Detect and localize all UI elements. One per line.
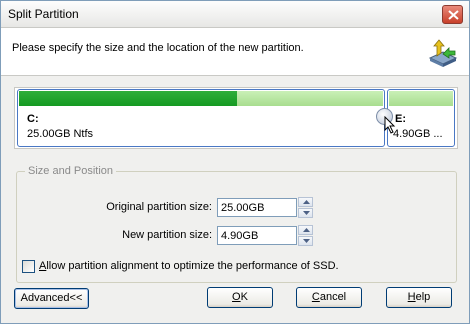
original-size-input[interactable]: [217, 198, 297, 217]
new-size-input[interactable]: [217, 226, 297, 245]
partition-c-size: 25.00GB Ntfs: [27, 128, 94, 140]
instruction-text: Please specify the size and the location…: [12, 42, 304, 54]
mouse-pointer-icon: [384, 116, 396, 134]
ok-button[interactable]: OK: [207, 287, 273, 308]
new-size-label: New partition size:: [122, 229, 212, 241]
header-panel: Please specify the size and the location…: [1, 28, 469, 76]
disk-map: C: 25.00GB Ntfs E: 4.90GB ...: [14, 87, 458, 149]
split-partition-dialog: Split Partition Please specify the size …: [0, 0, 470, 324]
partition-c-used-bar: [19, 91, 237, 106]
partition-c-block[interactable]: C: 25.00GB Ntfs: [17, 89, 385, 147]
advanced-button[interactable]: Advanced<<: [14, 288, 89, 309]
ssd-alignment-checkbox[interactable]: [22, 260, 35, 273]
title-bar: Split Partition: [1, 1, 469, 28]
partition-e-size: 4.90GB ...: [393, 128, 443, 140]
down-arrow-icon: [303, 239, 310, 243]
up-arrow-icon: [303, 200, 310, 204]
original-size-spinner[interactable]: [298, 197, 313, 218]
cancel-button[interactable]: Cancel: [296, 287, 362, 308]
new-size-spinner[interactable]: [298, 225, 313, 246]
down-arrow-icon: [303, 211, 310, 215]
original-size-down-button[interactable]: [298, 208, 313, 218]
close-icon: [448, 10, 459, 20]
partition-e-block[interactable]: E: 4.90GB ...: [387, 89, 455, 147]
help-button[interactable]: Help: [386, 287, 452, 308]
new-size-down-button[interactable]: [298, 236, 313, 246]
window-title: Split Partition: [8, 7, 79, 21]
new-size-up-button[interactable]: [298, 225, 313, 235]
original-size-up-button[interactable]: [298, 197, 313, 207]
up-arrow-icon: [303, 228, 310, 232]
partition-c-letter: C:: [27, 113, 39, 125]
original-size-label: Original partition size:: [106, 201, 212, 213]
partition-e-capacity-bar: [389, 91, 453, 106]
ssd-alignment-label[interactable]: Allow partition alignment to optimize th…: [39, 260, 339, 272]
close-button[interactable]: [442, 5, 463, 24]
size-position-group-title: Size and Position: [25, 165, 116, 177]
partition-split-icon: [428, 39, 458, 67]
partition-e-letter: E:: [395, 113, 406, 125]
